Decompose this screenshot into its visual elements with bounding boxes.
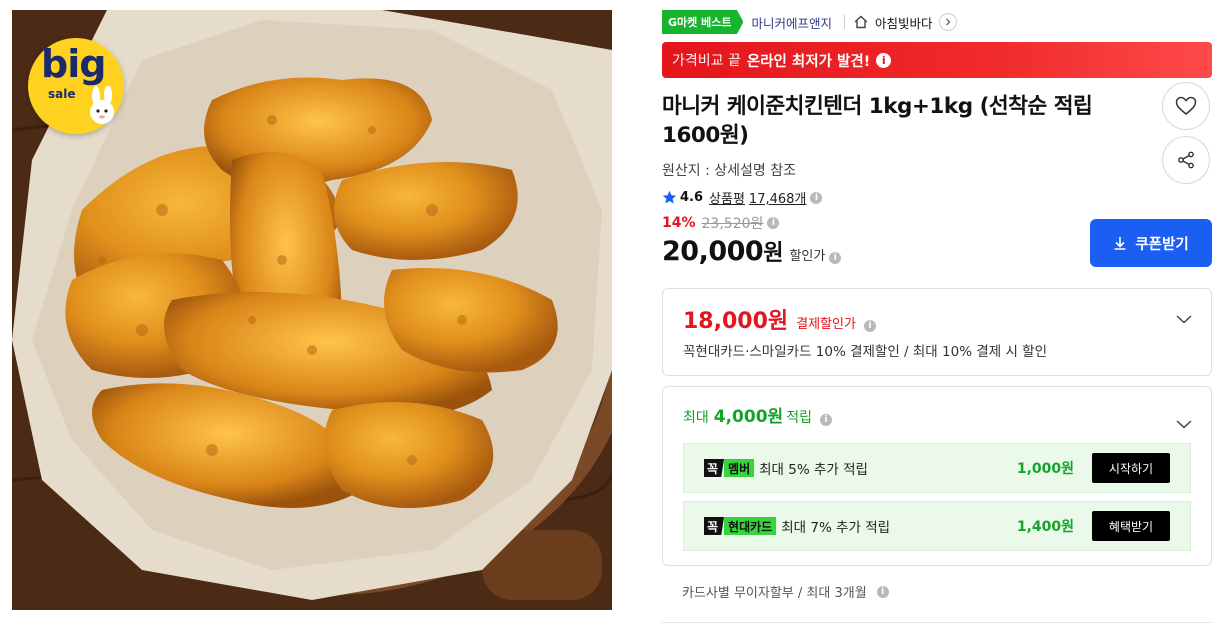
get-benefit-button[interactable]: 혜택받기: [1092, 511, 1170, 541]
divider: [843, 15, 845, 29]
star-icon: [662, 190, 677, 204]
rating-row: 4.6 상품평 17,468개 i: [662, 188, 1214, 207]
bunny-icon: [90, 86, 114, 124]
installment-info[interactable]: 카드사별 무이자할부 / 최대 3개월 i: [682, 582, 889, 601]
payment-label: 결제할인가: [796, 317, 856, 332]
reward-text: 최대 5% 추가 적립: [759, 462, 868, 478]
info-icon[interactable]: i: [863, 320, 876, 332]
rewards-suffix: 적립: [786, 410, 812, 426]
product-info-panel: G마켓 베스트 마니커에프앤지 아침빛바다 가격비교 끝 온라인 최저가 발견!…: [662, 10, 1214, 623]
badge-sale-text: sale: [48, 87, 76, 101]
seller-link[interactable]: 마니커에프앤지: [751, 13, 832, 32]
chevron-down-icon[interactable]: [1175, 310, 1193, 328]
payment-desc: 꼭현대카드·스마일카드 10% 결제할인 / 최대 10% 결제 시 할인: [683, 344, 1048, 360]
reward-row-hyundai-card: 꼭 현대카드 최대 7% 추가 적립 1,400원 혜택받기: [683, 501, 1191, 551]
tag-name: 현대카드: [724, 517, 777, 535]
review-count[interactable]: 17,468개: [749, 188, 806, 207]
reward-text: 최대 7% 추가 적립: [781, 520, 891, 536]
reward-row-member: 꼭 멤버 최대 5% 추가 적립 1,000원 시작하기: [683, 443, 1191, 493]
info-icon[interactable]: i: [876, 585, 889, 598]
info-icon[interactable]: i: [767, 217, 780, 229]
rewards-box: 최대 4,000원 적립 i 꼭 멤버 최대 5% 추가 적립 1,000원 시…: [662, 386, 1212, 566]
price-unit: 원: [763, 241, 784, 266]
share-icon: [1178, 151, 1194, 169]
chevron-right-icon[interactable]: [938, 13, 957, 31]
discount-percent: 14%: [662, 215, 696, 231]
rewards-amount: 4,000원: [713, 407, 784, 427]
banner-lead: 가격비교 끝: [672, 53, 741, 69]
coupon-button[interactable]: 쿠폰받기: [1090, 219, 1212, 267]
divider: [662, 622, 1212, 623]
seller-row: G마켓 베스트 마니커에프앤지 아침빛바다: [662, 10, 1214, 34]
gmarket-best-badge[interactable]: G마켓 베스트: [662, 10, 744, 34]
reward-amount: 1,400원: [1016, 519, 1074, 535]
product-image[interactable]: big sale: [12, 10, 612, 610]
rating-score: 4.6: [680, 190, 704, 205]
kkok-hyundai-card-tag: 꼭 현대카드: [704, 517, 777, 535]
download-icon: [1114, 237, 1126, 250]
sale-price: 20,000: [662, 236, 764, 267]
info-icon[interactable]: i: [829, 252, 842, 264]
tag-name: 멤버: [724, 459, 755, 477]
kkok-member-tag: 꼭 멤버: [704, 459, 755, 477]
share-button[interactable]: [1162, 136, 1210, 184]
home-icon: [854, 15, 868, 29]
heart-icon: [1175, 96, 1197, 115]
price-label: 할인가: [789, 249, 826, 264]
payment-price-row: 18,000원 결제할인가 i: [683, 303, 876, 335]
review-label[interactable]: 상품평: [709, 188, 745, 207]
info-icon[interactable]: i: [810, 191, 823, 204]
banner-strong: 온라인 최저가 발견!: [746, 53, 871, 70]
info-icon[interactable]: i: [876, 52, 892, 68]
tag-kkok: 꼭: [704, 459, 725, 477]
installment-text: 카드사별 무이자할부 / 최대 3개월: [682, 586, 867, 601]
big-sale-badge: big sale: [28, 38, 124, 134]
like-button[interactable]: [1162, 82, 1210, 130]
rewards-prefix: 최대: [683, 410, 709, 426]
product-title: 마니커 케이준치킨텐더 1kg+1kg (선착순 적립 1600원): [662, 94, 1093, 148]
coupon-label: 쿠폰받기: [1135, 236, 1189, 253]
rewards-header: 최대 4,000원 적립 i: [683, 402, 832, 427]
tag-kkok: 꼭: [704, 517, 725, 535]
title-area: 마니커 케이준치킨텐더 1kg+1kg (선착순 적립 1600원): [662, 82, 1214, 184]
info-icon[interactable]: i: [819, 414, 832, 426]
badge-big-text: big: [41, 42, 106, 86]
original-price: 23,520원: [701, 216, 764, 232]
payment-discount-box[interactable]: 18,000원 결제할인가 i 꼭현대카드·스마일카드 10% 결제할인 / 최…: [662, 288, 1212, 376]
reward-amount: 1,000원: [1016, 461, 1074, 477]
payment-price: 18,000원: [683, 309, 789, 334]
lowest-price-banner[interactable]: 가격비교 끝 온라인 최저가 발견! i: [662, 42, 1212, 78]
start-button[interactable]: 시작하기: [1092, 453, 1170, 483]
origin-text: 원산지 : 상세설명 참조: [662, 163, 796, 179]
store-link[interactable]: 아침빛바다: [875, 13, 933, 32]
chevron-down-icon[interactable]: [1175, 415, 1193, 433]
